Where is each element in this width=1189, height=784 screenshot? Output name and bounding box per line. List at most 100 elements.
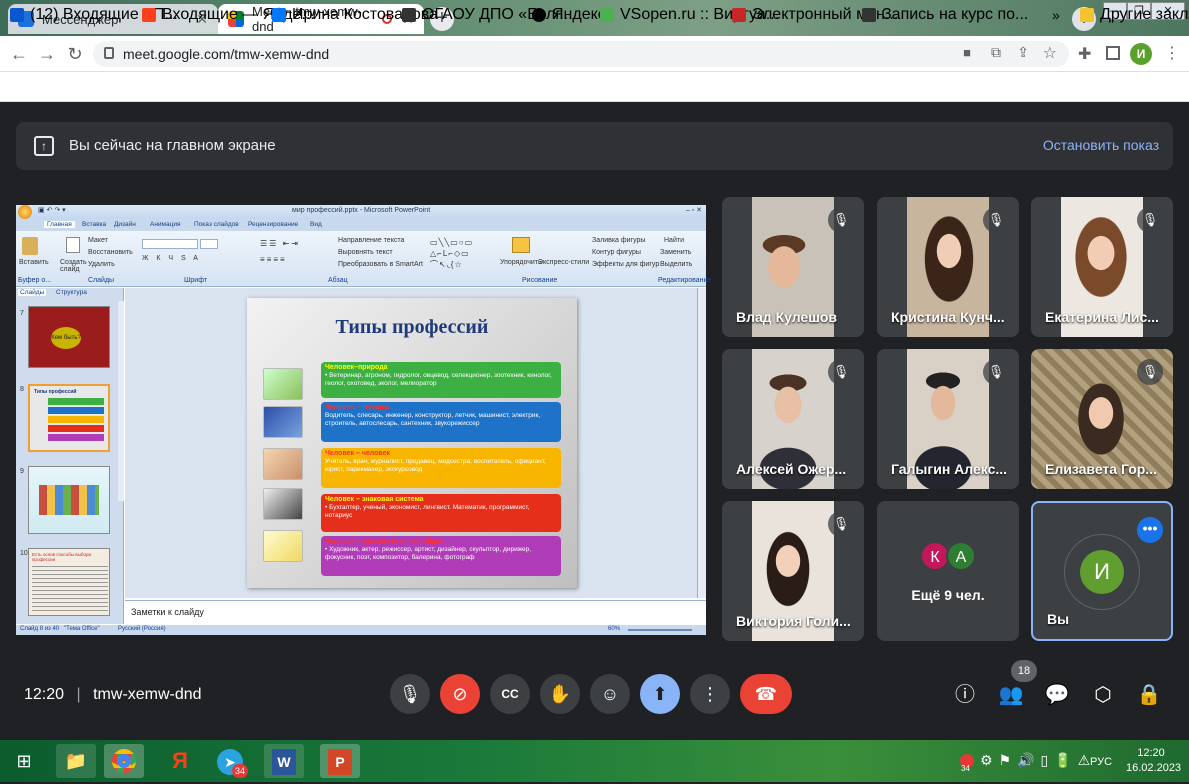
participant-tile[interactable]: 🎙 Екатерина Лис... (1031, 197, 1173, 337)
find-label[interactable]: Найти (664, 237, 684, 244)
slides-panel-scrollbar[interactable] (118, 301, 124, 501)
participant-tile[interactable]: 🎙 Влад Кулешов (722, 197, 864, 337)
more-bookmarks-button[interactable]: » (1052, 6, 1060, 24)
bookmark-item[interactable]: Яндекс (532, 6, 606, 24)
camera-icon[interactable]: ■ (963, 45, 971, 60)
delete-label[interactable]: Удалить (88, 261, 115, 268)
shapes-gallery[interactable]: ▭╲╲▭○▭ △⌐L⌐◇▭ ⌒↖◟{☆ (430, 237, 496, 270)
present-button[interactable]: ⬆ (640, 674, 680, 714)
layout-label[interactable]: Макет (88, 237, 108, 244)
host-controls-icon[interactable]: 🔒 (1136, 682, 1162, 708)
raise-hand-button[interactable]: ✋ (540, 674, 580, 714)
quick-styles-label[interactable]: Экспресс-стили (538, 259, 589, 266)
captions-button[interactable]: CC (490, 674, 530, 714)
ppt-window-controls[interactable]: – ▫ ✕ (686, 206, 702, 214)
new-slide-icon[interactable] (66, 237, 80, 253)
menu-icon[interactable]: ⋮ (1164, 43, 1180, 63)
slide-thumbnail-8[interactable]: Типы профессий (28, 384, 110, 452)
list-icons[interactable]: ☰☰ ⇤⇥ (260, 239, 300, 248)
panel-tab-outline[interactable]: Структура (56, 289, 87, 296)
chrome-icon[interactable] (104, 744, 144, 778)
input-language[interactable]: РУС (1090, 756, 1112, 768)
zoom-slider[interactable] (628, 629, 692, 631)
meeting-details-icon[interactable]: ⓘ (952, 682, 978, 708)
more-options-button[interactable]: ⋮ (690, 674, 730, 714)
profession-heading: Человек – художественный образ (325, 538, 444, 545)
paste-icon[interactable] (22, 237, 38, 255)
powerpoint-icon[interactable]: P (320, 744, 360, 778)
self-tile[interactable]: И ••• Вы (1031, 501, 1173, 641)
microphone-button[interactable]: 🎙 (390, 674, 430, 714)
presentation-window: ▣ ↶ ↷ ▾ мир профессий.pptx - Microsoft P… (16, 205, 711, 635)
participant-tile[interactable]: 🎙 Кристина Кунч... (877, 197, 1019, 337)
quick-access-icons[interactable]: ▣ ↶ ↷ ▾ (38, 206, 66, 214)
participant-tile[interactable]: 🎙 Виктория Голи... (722, 501, 864, 641)
yandex-browser-icon[interactable]: Я (160, 744, 200, 778)
clock[interactable]: 12:20 16.02.2023 (1126, 746, 1181, 776)
side-panel-icon[interactable] (1106, 46, 1120, 60)
start-icon[interactable]: ⊞ (4, 744, 44, 778)
bookmark-star-icon[interactable]: ☆ (1043, 43, 1057, 63)
ribbon-tab[interactable]: Дизайн (114, 221, 136, 228)
ribbon-tab[interactable]: Анимация (150, 221, 181, 228)
stop-presenting-button[interactable]: Остановить показ (1043, 137, 1159, 153)
ribbon-tab[interactable]: Рецензирование (248, 221, 298, 228)
slide-scrollbar[interactable] (697, 288, 706, 598)
ribbon-tab[interactable]: Вид (310, 221, 322, 228)
vk-icon (272, 8, 286, 22)
participant-tile[interactable]: 🎙 Галыгин Алекс... (877, 349, 1019, 489)
bookmark-item[interactable]: Запись на курс по... (862, 6, 1028, 24)
reload-icon[interactable]: ↻ (64, 44, 86, 65)
participant-tile[interactable]: 🎙 Елизавета Гор... (1031, 349, 1173, 489)
align-text-label[interactable]: Выровнять текст (338, 249, 393, 256)
other-bookmarks[interactable]: Другие закладки (1080, 6, 1189, 24)
extensions-icon[interactable]: ✚ (1078, 44, 1091, 64)
notes-pane[interactable]: Заметки к слайду (125, 600, 706, 624)
slide-thumbnail-9[interactable] (28, 466, 110, 534)
activities-icon[interactable]: ⬡ (1090, 682, 1116, 708)
back-icon[interactable]: ← (8, 44, 30, 65)
chat-icon[interactable]: 💬 (1044, 682, 1070, 708)
font-name-select[interactable] (142, 239, 198, 249)
leave-call-button[interactable]: ☎ (740, 674, 792, 714)
text-direction-label[interactable]: Направление текста (338, 237, 404, 244)
graduation-icon (402, 8, 416, 22)
participant-tile[interactable]: 🎙 Алексей Ожер... (722, 349, 864, 489)
select-label[interactable]: Выделить (660, 261, 692, 268)
replace-label[interactable]: Заменить (660, 249, 691, 256)
font-format-icons[interactable]: Ж К Ч S A (142, 255, 201, 262)
thumbnail-bar (48, 425, 104, 432)
more-participants-tile[interactable]: К А Ещё 9 чел. (877, 501, 1019, 641)
ribbon-tab[interactable]: Вставка (82, 221, 106, 228)
font-size-select[interactable] (200, 239, 218, 249)
panel-tab-slides[interactable]: Слайды (18, 289, 47, 296)
share-icon[interactable]: ⇪ (1017, 44, 1029, 61)
open-in-window-icon[interactable]: ⧉ (991, 44, 1001, 61)
restore-label[interactable]: Восстановить (88, 249, 133, 256)
arrange-icon[interactable] (512, 237, 530, 253)
tray-icons[interactable]: ⚙⚑🔊▯🔋⚠ (980, 752, 1096, 769)
office-button-icon[interactable] (18, 205, 32, 219)
shape-outline-label[interactable]: Контур фигуры (592, 249, 641, 256)
more-options-icon[interactable]: ••• (1137, 517, 1163, 543)
people-icon[interactable]: 👥 (998, 682, 1024, 708)
word-icon[interactable]: W (264, 744, 304, 778)
shape-fill-label[interactable]: Заливка фигуры (592, 237, 645, 244)
ribbon-tab[interactable]: Главная (44, 221, 75, 228)
lock-icon (104, 47, 114, 59)
smartart-label[interactable]: Преобразовать в SmartArt (338, 261, 423, 268)
address-bar[interactable]: meet.google.com/tmw-xemw-dnd ■ ⧉ ⇪ ☆ (93, 41, 1069, 67)
slide-thumbnail-7[interactable]: Кем быть? (28, 306, 110, 368)
emoji-button[interactable]: ☺ (590, 674, 630, 714)
shape-effects-label[interactable]: Эффекты для фигур (592, 261, 659, 268)
forward-icon[interactable]: → (36, 44, 58, 65)
file-explorer-icon[interactable]: 📁 (56, 744, 96, 778)
align-icons[interactable]: ≡≡≡≡ (260, 255, 287, 264)
profile-avatar[interactable]: И (1130, 43, 1152, 65)
slide-thumbnail-10[interactable]: Есть основ способы выбора профессии (28, 548, 110, 616)
camera-off-button[interactable]: ⊘ (440, 674, 480, 714)
thumbnail-text-lines (32, 563, 108, 611)
ribbon-tabs: Главная Вставка Дизайн Анимация Показ сл… (16, 219, 706, 231)
arrange-label[interactable]: Упорядочить (500, 259, 542, 266)
ribbon-tab[interactable]: Показ слайдов (194, 221, 239, 228)
